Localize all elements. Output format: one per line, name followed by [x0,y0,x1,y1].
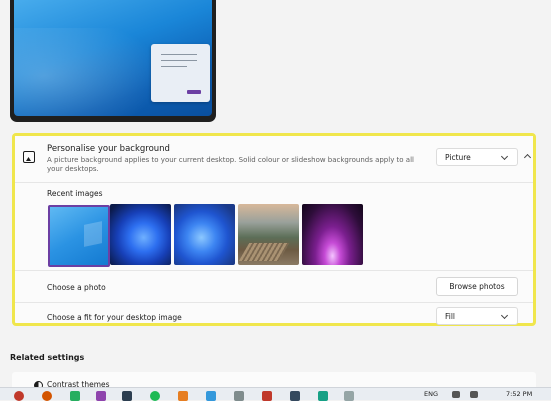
background-type-value: Picture [445,153,471,162]
personalise-background-panel: Personalise your background A picture ba… [12,133,536,326]
language-indicator[interactable]: ENG [424,390,438,398]
wifi-icon[interactable] [452,391,460,398]
taskbar: ENG 7:52 PM [0,387,551,401]
recent-image-thumbnail[interactable] [48,205,110,267]
divider [15,302,533,303]
fit-label: Choose a fit for your desktop image [47,313,182,322]
clock[interactable]: 7:52 PM [506,390,532,398]
chevron-down-icon [500,311,509,320]
related-settings-heading: Related settings [10,353,85,362]
recent-image-thumbnail[interactable] [110,204,171,265]
recent-image-thumbnail[interactable] [174,204,235,265]
recent-images-label: Recent images [47,189,103,198]
section-title: Personalise your background [47,144,170,154]
chevron-down-icon [500,152,509,161]
choose-photo-label: Choose a photo [47,283,106,292]
volume-icon[interactable] [470,391,478,398]
desktop-preview-screen [14,0,212,116]
preview-text-line [161,60,197,61]
desktop-preview [10,0,216,122]
recent-image-thumbnail[interactable] [238,204,299,265]
background-type-dropdown[interactable]: Picture [436,148,518,166]
fit-value: Fill [445,312,456,321]
browse-photos-button[interactable]: Browse photos [436,277,518,296]
preview-text-line [161,54,197,55]
preview-accent-button [187,90,201,94]
background-header-row[interactable]: Personalise your background A picture ba… [15,136,533,182]
divider [15,270,533,271]
fit-dropdown[interactable]: Fill [436,307,518,325]
preview-text-line [161,66,187,67]
divider [15,182,533,183]
recent-image-thumbnail[interactable] [302,204,363,265]
preview-window [151,44,210,102]
section-description: A picture background applies to your cur… [47,156,414,173]
chevron-up-icon[interactable] [523,153,532,162]
picture-icon [23,151,35,163]
